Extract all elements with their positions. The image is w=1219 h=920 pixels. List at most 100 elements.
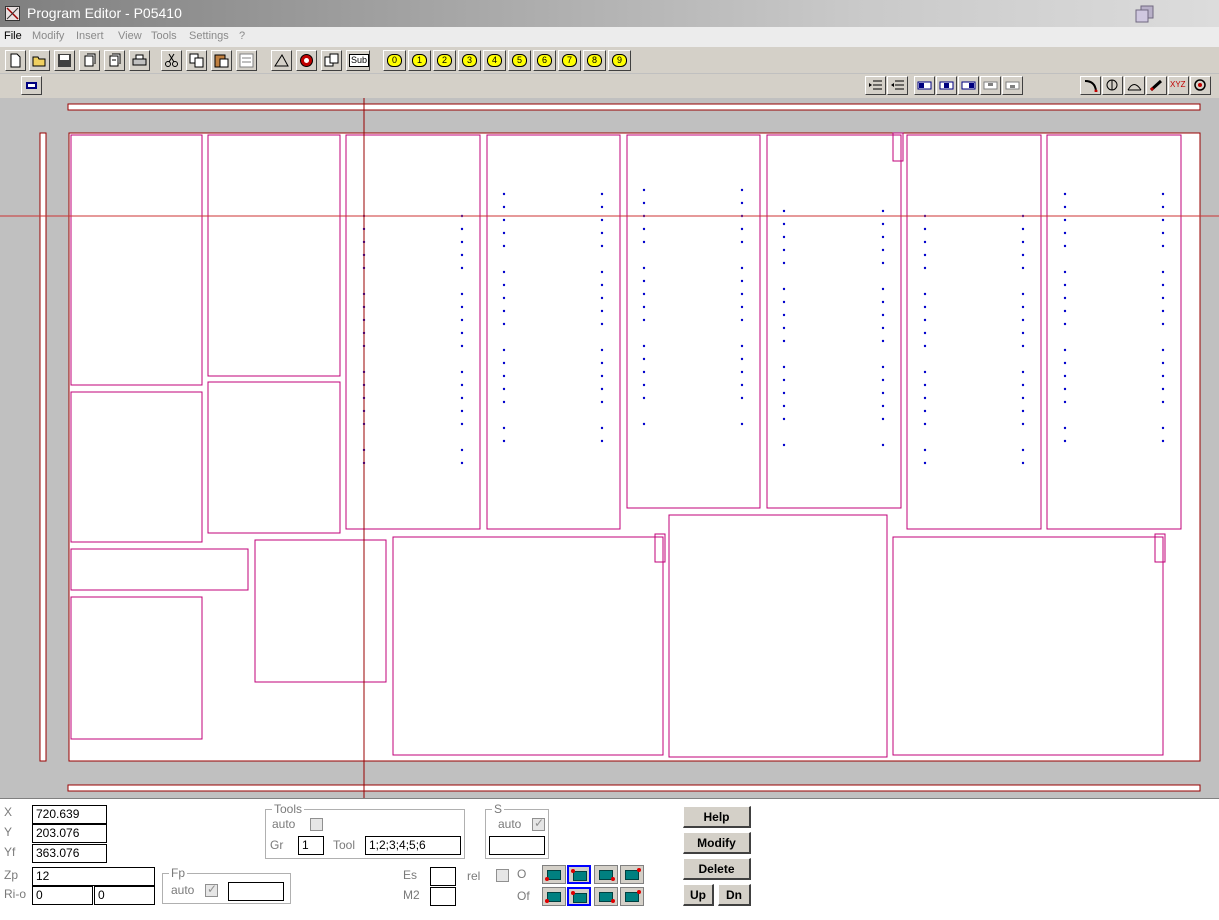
paste-icon[interactable] [211, 50, 232, 71]
gr-field[interactable]: 1 [298, 836, 324, 855]
drill-hole [1161, 387, 1165, 391]
dn-button[interactable]: Dn [718, 884, 751, 906]
drawing-canvas[interactable] [0, 98, 1219, 798]
number-3-button[interactable]: 3 [458, 50, 481, 71]
fp-auto-checkbox[interactable] [205, 882, 218, 897]
app-icon [5, 6, 20, 21]
drill-hole [1021, 422, 1025, 426]
list-icon[interactable] [236, 50, 257, 71]
gear-icon[interactable] [296, 50, 317, 71]
layers-icon[interactable] [21, 76, 42, 95]
number-1-button[interactable]: 1 [408, 50, 431, 71]
align-top-icon[interactable] [980, 76, 1001, 95]
fp-field[interactable] [228, 882, 284, 901]
es-field[interactable] [430, 867, 456, 886]
rio-field-2[interactable]: 0 [94, 886, 155, 905]
nesting-drawing[interactable] [0, 98, 1219, 798]
drill-hole [1063, 270, 1067, 274]
number-8-button[interactable]: 8 [583, 50, 606, 71]
number-4-button[interactable]: 4 [483, 50, 506, 71]
yf-field[interactable]: 363.076 [32, 844, 107, 863]
print-icon[interactable] [129, 50, 150, 71]
drill-hole [740, 318, 744, 322]
outdent-icon[interactable] [887, 76, 908, 95]
menu-settings[interactable]: Settings [189, 30, 229, 42]
modify-button[interactable]: Modify [683, 832, 751, 854]
target-icon[interactable] [1190, 76, 1211, 95]
menu-modify[interactable]: Modify [32, 30, 64, 42]
copy-page-icon[interactable] [79, 50, 100, 71]
m2-field[interactable] [430, 887, 456, 906]
number-2-button[interactable]: 2 [433, 50, 456, 71]
y-field[interactable]: 203.076 [32, 824, 107, 843]
drill-hole [1161, 439, 1165, 443]
menu-tools[interactable]: Tools [151, 30, 177, 42]
drill-hole [1021, 253, 1025, 257]
drill-hole [600, 387, 604, 391]
open-icon[interactable] [29, 50, 50, 71]
s-auto-checkbox[interactable] [532, 816, 545, 831]
drill-hole [782, 209, 786, 213]
tool-field[interactable]: 1;2;3;4;5;6 [365, 836, 461, 855]
xyz-button[interactable]: XYZ [1168, 76, 1189, 95]
drill-hole [600, 439, 604, 443]
save-icon[interactable] [54, 50, 75, 71]
number-6-button[interactable]: 6 [533, 50, 556, 71]
number-7-button[interactable]: 7 [558, 50, 581, 71]
origin-bottom-top-right[interactable] [620, 887, 644, 906]
cut-icon[interactable] [161, 50, 182, 71]
up-button[interactable]: Up [683, 884, 714, 906]
drill-hole [1161, 400, 1165, 404]
origin-top-top-right[interactable] [620, 865, 644, 884]
origin-bottom-bottom-right[interactable] [594, 887, 618, 906]
zp-label: Zp [4, 868, 19, 882]
origin-bottom-top-left[interactable] [567, 887, 591, 906]
number-5-button[interactable]: 5 [508, 50, 531, 71]
rel-checkbox[interactable] [496, 869, 509, 882]
number-0-button[interactable]: 0 [383, 50, 406, 71]
pencil-icon[interactable] [1146, 76, 1167, 95]
zp-field[interactable]: 12 [32, 867, 155, 886]
drill-hole [460, 396, 464, 400]
tools-auto-checkbox[interactable] [310, 818, 323, 831]
help-button[interactable]: Help [683, 806, 751, 828]
copy-icon[interactable] [186, 50, 207, 71]
drill-hole [642, 396, 646, 400]
s-field[interactable] [489, 836, 545, 855]
drill-hole [881, 326, 885, 330]
tools-group: Tools auto Gr 1 Tool 1;2;3;4;5;6 [265, 802, 465, 859]
drill-hole [600, 231, 604, 235]
menu-file[interactable]: File [4, 30, 22, 42]
drill-hole [1021, 331, 1025, 335]
menu-view[interactable]: View [118, 30, 142, 42]
arc-icon[interactable] [1080, 76, 1101, 95]
windows-icon[interactable] [321, 50, 342, 71]
triangle-icon[interactable] [271, 50, 292, 71]
tool-icon[interactable] [1102, 76, 1123, 95]
edit-page-icon[interactable] [104, 50, 125, 71]
origin-top-bottom-left[interactable] [542, 865, 566, 884]
menu-insert[interactable]: Insert [76, 30, 104, 42]
number-9-button[interactable]: 9 [608, 50, 631, 71]
menu-help[interactable]: ? [239, 30, 245, 42]
align-bottom-icon[interactable] [1002, 76, 1023, 95]
rio-field-1[interactable]: 0 [32, 886, 93, 905]
drill-hole [1021, 383, 1025, 387]
origin-top-bottom-right[interactable] [594, 865, 618, 884]
align-left-icon[interactable] [914, 76, 935, 95]
align-right-icon[interactable] [958, 76, 979, 95]
origin-top-top-left[interactable] [567, 865, 591, 884]
origin-bottom-bottom-left[interactable] [542, 887, 566, 906]
curve-icon[interactable] [1124, 76, 1145, 95]
indent-icon[interactable] [865, 76, 886, 95]
drill-hole [881, 365, 885, 369]
sub-button[interactable]: Sub [346, 50, 370, 71]
drill-hole [600, 270, 604, 274]
delete-button[interactable]: Delete [683, 858, 751, 880]
align-center-icon[interactable] [936, 76, 957, 95]
restore-icon[interactable] [1134, 4, 1156, 24]
new-icon[interactable] [5, 50, 26, 71]
x-field[interactable]: 720.639 [32, 805, 107, 824]
drill-hole [502, 296, 506, 300]
drill-hole [642, 292, 646, 296]
